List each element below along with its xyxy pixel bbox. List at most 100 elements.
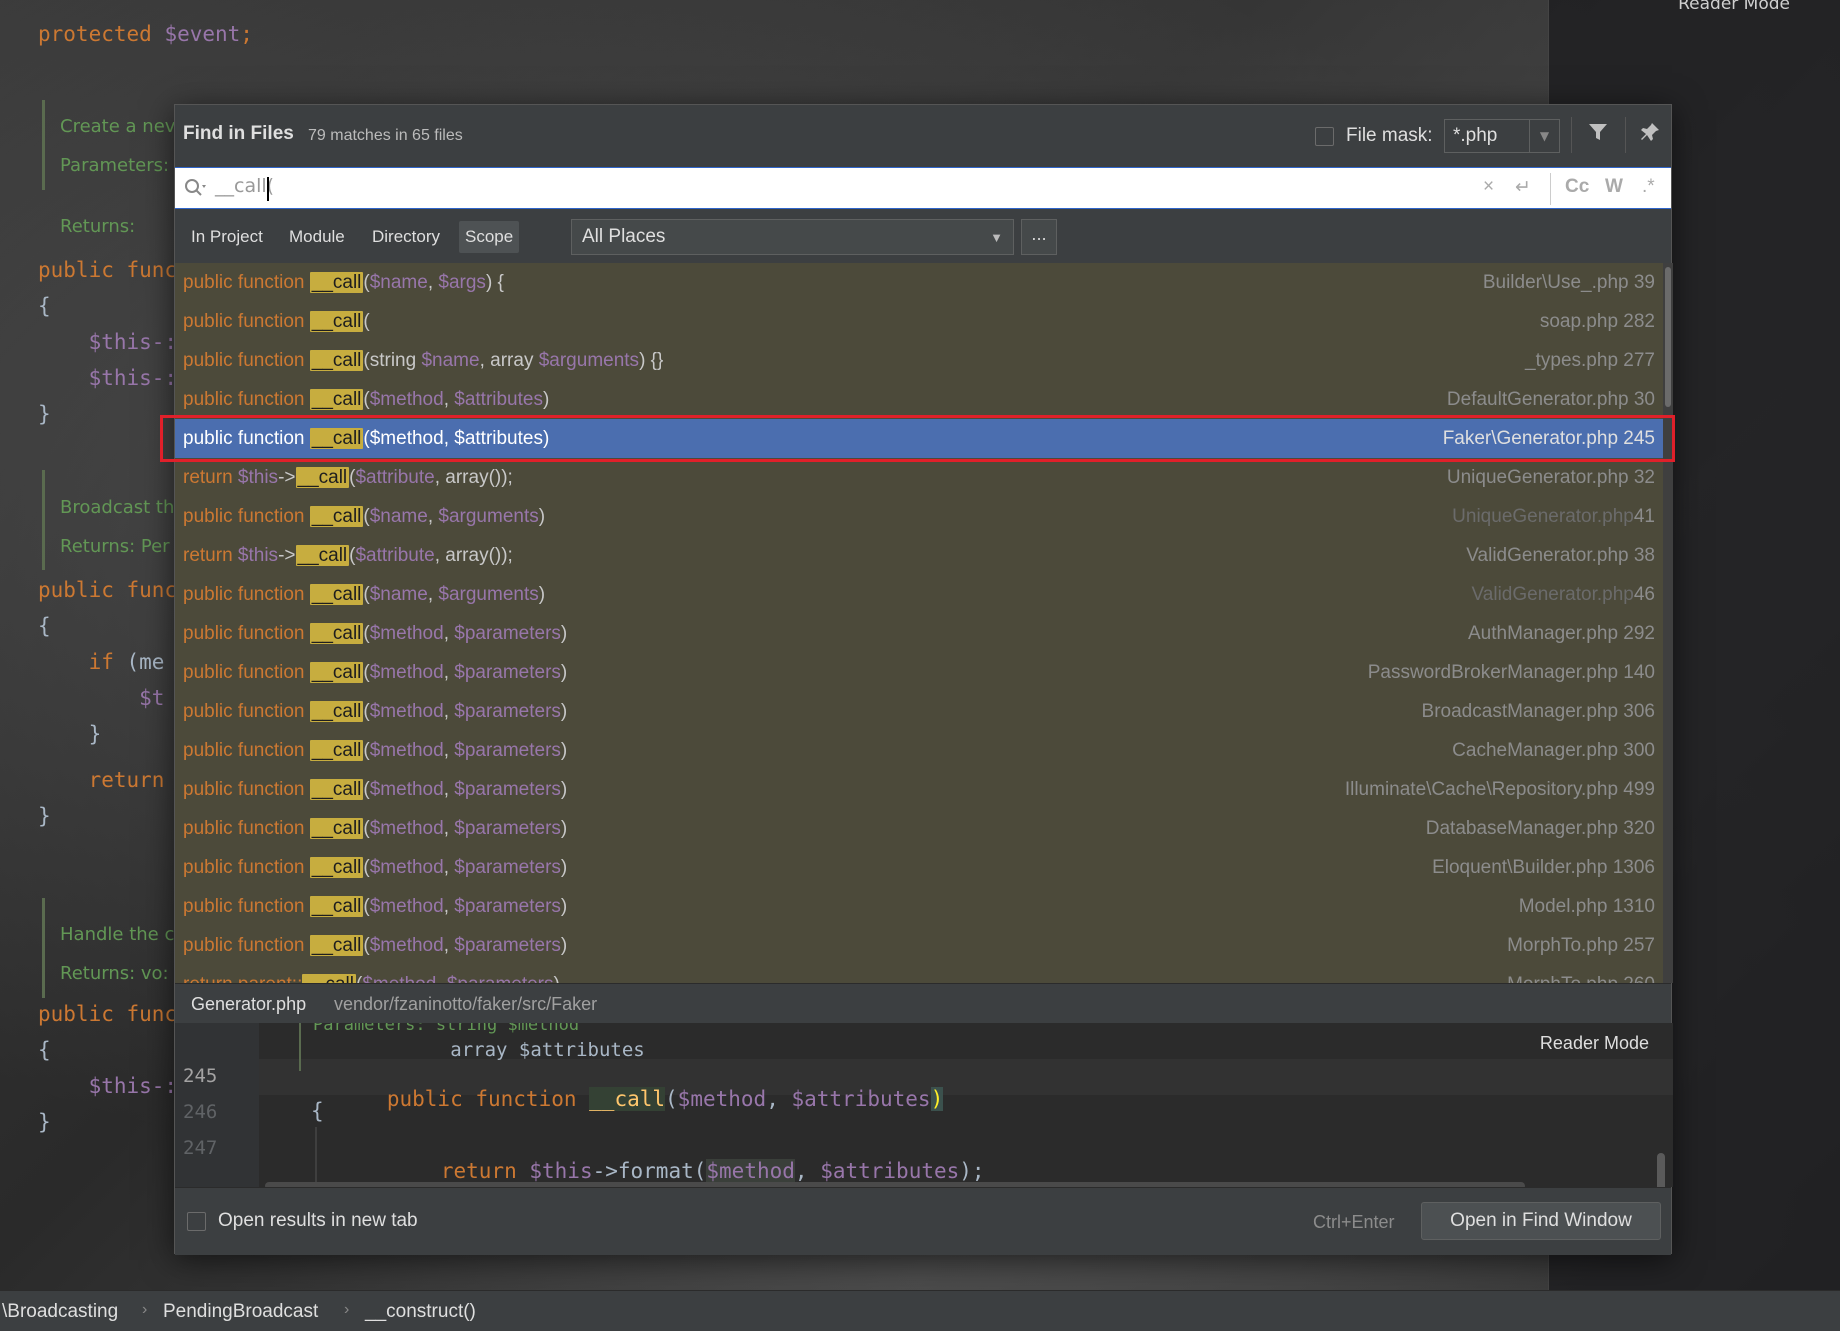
tab-scope[interactable]: Scope: [459, 221, 520, 253]
results-scrollbar[interactable]: [1663, 263, 1673, 983]
result-row[interactable]: return $this-> __call ($attribute, array()…: [175, 458, 1663, 497]
code-token: ,: [443, 740, 455, 761]
title-separator: [1571, 117, 1572, 153]
file-mask-dropdown-arrow[interactable]: ▼: [1530, 119, 1560, 153]
result-row[interactable]: public function __call ($method, $paramet…: [175, 692, 1663, 731]
search-input[interactable]: __call(: [215, 175, 1215, 201]
result-row[interactable]: public function __call ($name, $arguments…: [175, 575, 1663, 614]
result-code: public function __call ($method, $attribu…: [183, 380, 549, 419]
match-highlight: __call: [309, 779, 364, 800]
open-new-tab-label[interactable]: Open results in new tab: [218, 1210, 418, 1232]
filter-icon[interactable]: [1587, 121, 1609, 149]
result-row[interactable]: public function __call ($method, $paramet…: [175, 770, 1663, 809]
result-row[interactable]: public function __call (string $name, arr…: [175, 341, 1663, 380]
result-row[interactable]: public function __call ($method, $paramet…: [175, 926, 1663, 965]
code-line: {: [38, 614, 51, 638]
code-token: $attribute: [355, 545, 435, 566]
match-highlight: __call: [309, 896, 364, 917]
result-code: public function __call ($method, $paramet…: [183, 653, 567, 692]
clear-icon[interactable]: ×: [1483, 176, 1494, 198]
open-in-find-window-button[interactable]: Open in Find Window: [1421, 1202, 1661, 1240]
code-token: $method: [369, 662, 444, 683]
match-highlight: __call: [309, 935, 364, 956]
breadcrumb-item[interactable]: \Broadcasting: [2, 1301, 118, 1323]
code-token: ): [542, 389, 550, 410]
result-row[interactable]: public function __call ($method, $paramet…: [175, 848, 1663, 887]
newline-icon[interactable]: ↵: [1515, 176, 1531, 199]
results-list[interactable]: public function __call ($name, $args) {Bu…: [175, 263, 1663, 983]
code-token: $attributes: [454, 389, 543, 410]
result-code: public function __call ($name, $arguments…: [183, 497, 545, 536]
scrollbar-thumb[interactable]: [1665, 267, 1671, 407]
dialog-footer: Open results in new tab Ctrl+Enter Open …: [175, 1187, 1671, 1255]
code-token: $method: [362, 974, 436, 983]
code-token: $method: [677, 1087, 767, 1111]
doc-bar: [42, 898, 45, 998]
search-icon[interactable]: [183, 177, 207, 204]
match-highlight: __call: [309, 389, 364, 410]
doc-bar: [299, 1023, 301, 1071]
open-new-tab-checkbox[interactable]: [187, 1212, 206, 1231]
code-token: (string: [363, 350, 422, 371]
code-token: ): [560, 818, 568, 839]
file-mask-checkbox[interactable]: [1315, 127, 1334, 146]
scope-select[interactable]: All Places ▼: [571, 219, 1014, 255]
result-code: public function __call ($name, $args) {: [183, 263, 504, 302]
regex-toggle[interactable]: .*: [1642, 176, 1655, 198]
preview-doc-line: Parameters: string $method: [313, 1023, 580, 1035]
result-row[interactable]: public function __call ($name, $args) {Bu…: [175, 263, 1663, 302]
whole-words-toggle[interactable]: W: [1605, 176, 1623, 198]
code-token: $method: [369, 818, 444, 839]
code-token: ): [538, 506, 546, 527]
breadcrumb-item[interactable]: __construct(): [365, 1301, 476, 1323]
result-row[interactable]: public function __call ($method, $paramet…: [175, 731, 1663, 770]
preview-line-247: return $this->format($method, $attribute…: [365, 1135, 985, 1187]
result-row[interactable]: public function __call ($method, $paramet…: [175, 614, 1663, 653]
result-row[interactable]: public function __call ($method, $attribu…: [175, 380, 1663, 419]
scope-more-button[interactable]: ...: [1021, 219, 1057, 255]
result-row[interactable]: public function __call ($method, $paramet…: [175, 887, 1663, 926]
result-row[interactable]: public function __call ($method, $attribu…: [175, 419, 1663, 458]
file-mask-input[interactable]: *.php: [1444, 119, 1530, 153]
result-row[interactable]: public function __call ($method, $paramet…: [175, 809, 1663, 848]
code-token: public function: [183, 311, 310, 332]
code-token: $parameters: [454, 896, 561, 917]
code-token: if: [38, 650, 127, 674]
code-token: $method: [369, 896, 444, 917]
code-token: public func: [38, 578, 178, 602]
match-highlight: __call: [302, 974, 356, 983]
code-line: $this-:: [38, 366, 178, 390]
code-token: ): [930, 1087, 944, 1111]
tab-directory[interactable]: Directory: [366, 221, 446, 253]
result-row[interactable]: return parent::__call($method, $paramete…: [175, 965, 1663, 983]
code-token: $parameters: [454, 779, 561, 800]
code-line: if (me: [38, 650, 165, 674]
result-row[interactable]: public function __call(soap.php 282: [175, 302, 1663, 341]
dialog-title-bar[interactable]: Find in Files 79 matches in 65 files Fil…: [175, 105, 1671, 165]
breadcrumb-item[interactable]: PendingBroadcast: [163, 1301, 318, 1323]
preview-reader-mode[interactable]: Reader Mode: [1540, 1033, 1649, 1054]
result-code: return $this-> __call ($attribute, array()…: [183, 536, 513, 575]
doc-comment-line: Handle the c: [60, 924, 175, 945]
result-file-location: MorphTo.php 257: [1507, 935, 1655, 956]
code-line: {: [38, 1038, 51, 1062]
result-file-location: Eloquent\Builder.php 1306: [1432, 857, 1655, 878]
result-file-location: CacheManager.php 300: [1452, 740, 1655, 761]
code-preview[interactable]: Parameters: string $method array $attrib…: [175, 1023, 1673, 1187]
pin-icon[interactable]: [1639, 121, 1661, 149]
tab-module[interactable]: Module: [283, 221, 351, 253]
tab-in-project[interactable]: In Project: [185, 221, 269, 253]
result-row[interactable]: return $this-> __call ($attribute, array()…: [175, 536, 1663, 575]
code-token: public function: [386, 1087, 590, 1111]
code-token: ,: [443, 935, 455, 956]
result-row[interactable]: public function __call ($method, $paramet…: [175, 653, 1663, 692]
match-highlight: __call: [309, 623, 364, 644]
match-count: 79 matches in 65 files: [308, 127, 463, 144]
reader-mode-label[interactable]: Reader Mode: [1678, 0, 1790, 14]
code-token: ) {}: [639, 350, 664, 371]
code-token: ): [560, 662, 568, 683]
result-row[interactable]: public function __call ($name, $arguments…: [175, 497, 1663, 536]
code-line: protected $event;: [38, 22, 253, 46]
code-token: $arguments: [538, 350, 640, 371]
match-case-toggle[interactable]: Cc: [1565, 176, 1589, 198]
